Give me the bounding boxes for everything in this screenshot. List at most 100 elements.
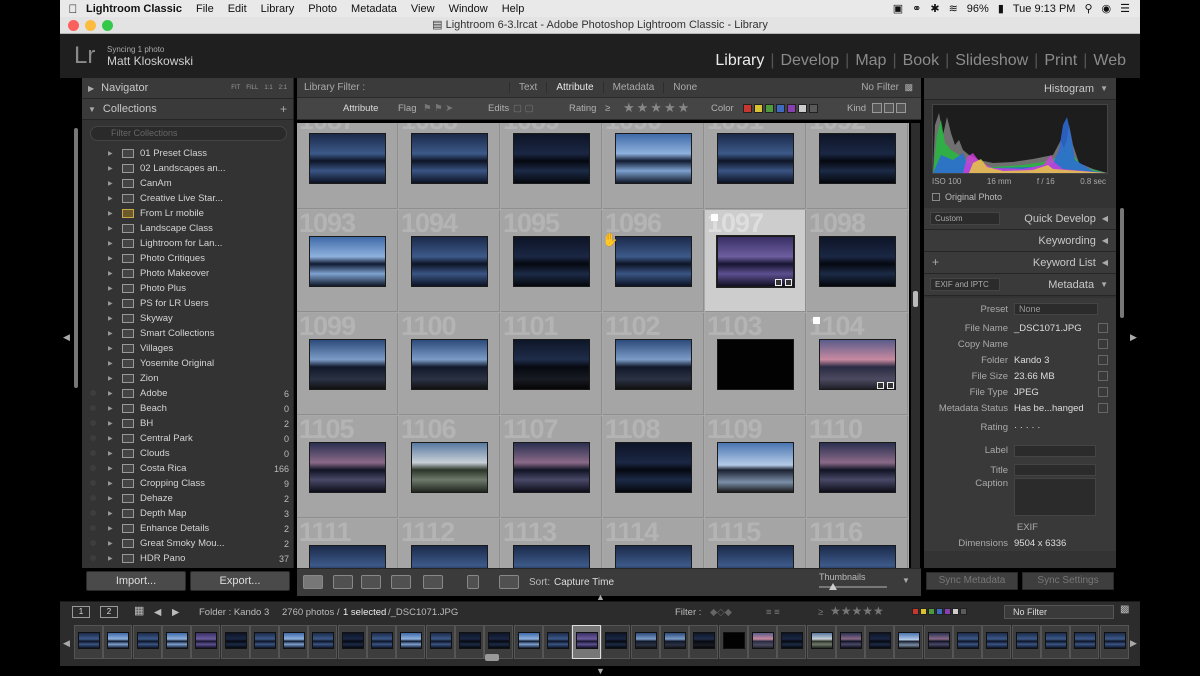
metadata-action-icon[interactable] [1098,355,1108,365]
menu-window[interactable]: Window [449,3,488,15]
menu-metadata[interactable]: Metadata [351,3,397,15]
photo-thumbnail[interactable] [717,545,794,568]
photo-thumbnail[interactable] [819,236,896,287]
export-button[interactable]: Export... [190,571,290,591]
filmstrip-thumbnail[interactable] [458,632,481,649]
grid-cell[interactable]: 1087 [297,123,398,209]
filmstrip-cell[interactable] [806,625,836,659]
import-button[interactable]: Import... [86,571,186,591]
expand-triangle-icon[interactable]: ▶ [108,345,122,352]
photo-thumbnail[interactable] [717,339,794,390]
sync-toggle-icon[interactable] [90,390,96,396]
grid-cell[interactable]: 1091 [705,123,806,209]
collection-item[interactable]: ▶ Creative Live Star... [82,191,293,206]
metadata-value[interactable]: 23.66 MB [1014,371,1055,382]
filmstrip-thumbnail[interactable] [957,632,979,649]
creative-cloud-icon[interactable]: ⚭ [912,2,921,15]
battery-icon[interactable]: ▮ [998,2,1004,15]
filmstrip-scroll-right-icon[interactable]: ▶ [1130,638,1137,649]
collection-item[interactable]: ▶ Beach 0 [82,401,293,416]
sync-toggle-icon[interactable] [90,480,96,486]
grid-cell[interactable]: 1099 [297,313,398,415]
collapse-triangle-icon[interactable]: ▼ [1100,84,1108,93]
expand-triangle-icon[interactable]: ▶ [108,420,122,427]
photo-thumbnail[interactable] [615,545,692,568]
grid-shortcut-icon[interactable]: ▦ [134,604,144,617]
filmstrip-cell[interactable] [425,625,455,659]
title-field[interactable] [1014,464,1096,476]
filmstrip-thumbnail[interactable] [1074,632,1097,649]
filmstrip-cell[interactable] [1011,625,1041,659]
metadata-action-icon[interactable] [1098,387,1108,397]
collection-badge-icon[interactable] [877,382,884,389]
grid-cell[interactable]: 1112 [399,519,500,568]
filmstrip-cell[interactable] [982,625,1012,659]
grid-view-icon[interactable] [303,575,323,589]
collection-item[interactable]: ▶ Photo Critiques [82,251,293,266]
sync-toggle-icon[interactable] [90,405,96,411]
photo-thumbnail[interactable] [513,339,590,390]
notification-center-icon[interactable]: ☰ [1120,2,1130,15]
filmstrip-cell[interactable] [835,625,865,659]
filmstrip-cell[interactable] [191,625,221,659]
people-view-icon[interactable] [423,575,443,589]
metadata-action-icon[interactable] [1098,339,1108,349]
expand-triangle-icon[interactable]: ▶ [108,255,122,262]
sync-toggle-icon[interactable] [90,540,96,546]
filmstrip-color-swatch[interactable] [920,608,927,615]
original-photo-toggle[interactable]: Original Photo [932,192,1108,202]
filmstrip-cell[interactable] [367,625,396,659]
painter-spray-icon[interactable] [467,575,479,589]
expand-triangle-icon[interactable]: ▶ [108,390,122,397]
metadata-value[interactable]: JPEG [1014,387,1039,398]
filmstrip-thumbnail[interactable] [371,632,393,649]
slider-thumb[interactable] [828,583,837,590]
zoom-1-1[interactable]: 1:1 [264,85,272,91]
keywording-header[interactable]: Keywording ◀ [924,230,1116,252]
photo-thumbnail[interactable] [513,442,590,493]
filmstrip-cell[interactable] [308,625,338,659]
metadata-value[interactable]: _DSC1071.JPG [1014,323,1082,334]
sync-toggle-icon[interactable] [90,435,96,441]
filmstrip-thumbnail[interactable] [224,632,247,649]
collection-item[interactable]: ▶ Zion [82,371,293,386]
expand-triangle-icon[interactable]: ▶ [108,375,122,382]
edits-filter-icons[interactable]: ▢ ▢ [513,103,534,114]
filmstrip-cell[interactable] [74,625,103,659]
grid-cell[interactable]: 1097 [705,210,806,312]
photo-thumbnail[interactable] [615,236,692,287]
grid-cell[interactable]: 1116 [807,519,908,568]
filmstrip-color-swatch[interactable] [936,608,943,615]
filmstrip-folder-label[interactable]: Folder : Kando 3 [199,607,269,618]
expand-triangle-icon[interactable]: ▶ [108,150,122,157]
filmstrip-cell[interactable] [1099,625,1129,659]
left-panel-scrollbar[interactable] [74,128,78,388]
metadata-value[interactable]: Kando 3 [1014,355,1049,366]
apple-icon[interactable]:  [60,2,86,16]
filmstrip-color-swatch[interactable] [952,608,959,615]
secondary-window-button[interactable]: 2 [100,606,118,618]
grid-cell[interactable]: 1109 [705,416,806,518]
menu-app-name[interactable]: Lightroom Classic [86,3,182,15]
filmstrip-thumbnail[interactable] [927,632,950,649]
filmstrip-rating-op[interactable]: ≥ [818,607,823,618]
grid-cell[interactable]: 1096 [603,210,704,312]
filmstrip-cell[interactable] [513,625,543,659]
filmstrip-thumbnail[interactable] [253,632,276,649]
back-arrow-icon[interactable]: ◀ [154,607,161,618]
menu-help[interactable]: Help [502,3,525,15]
original-photo-checkbox[interactable] [932,193,940,201]
module-develop[interactable]: Develop [774,52,845,70]
metadata-action-icon[interactable] [1098,403,1108,413]
zoom-2-1[interactable]: 2:1 [279,85,287,91]
flag-icon[interactable] [711,214,718,221]
color-swatch[interactable] [809,104,818,113]
expand-triangle-icon[interactable]: ▶ [108,180,122,187]
kind-virtual-copy-icon[interactable] [884,103,894,113]
collection-item[interactable]: ▶ Depth Map 3 [82,506,293,521]
sync-toggle-icon[interactable] [90,525,96,531]
grid-cell[interactable]: 1094 [399,210,500,312]
collection-item[interactable]: ▶ Central Park 0 [82,431,293,446]
filmstrip-flag-filters-icon[interactable]: ◆◇◆ [710,607,732,618]
sync-toggle-icon[interactable] [90,555,96,561]
